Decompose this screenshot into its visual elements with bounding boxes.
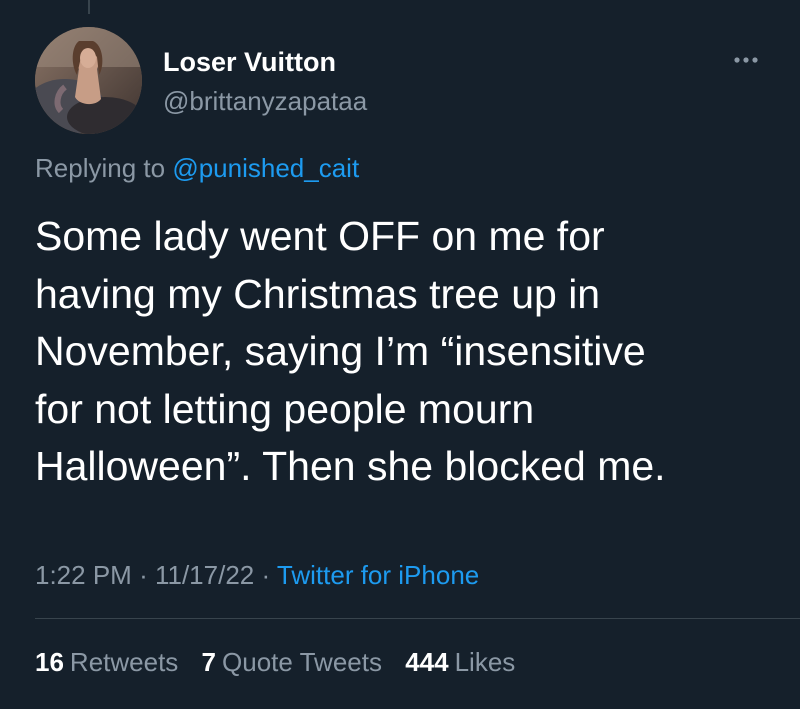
tweet-text-line: Some lady went OFF on me for [35,213,605,259]
avatar-photo [35,27,142,134]
tweet-text-line: November, saying I’m “insensitive [35,328,646,374]
quote-tweets-label: Quote Tweets [222,647,382,677]
meta-separator: · [261,560,271,590]
meta-separator: · [139,560,148,590]
avatar[interactable] [35,27,142,134]
likes-count: 444 [405,647,449,677]
likes-label: Likes [454,647,516,677]
tweet-time[interactable]: 1:22 PM [35,560,132,590]
replying-to-label: Replying to [35,153,166,183]
divider [35,618,800,619]
likes-stat[interactable]: 444 Likes [405,647,515,677]
tweet-metadata: 1:22 PM · 11/17/22 · Twitter for iPhone [35,559,479,591]
reply-mention-link[interactable]: @punished_cait [172,153,359,183]
thread-connector-line [88,0,90,14]
retweets-count: 16 [35,647,64,677]
quote-tweets-count: 7 [201,647,217,677]
retweets-label: Retweets [69,647,179,677]
engagement-stats: 16 Retweets 7 Quote Tweets 444 Likes [35,646,531,678]
more-horizontal-icon[interactable] [726,50,766,70]
tweet-text-line: for not letting people mourn [35,385,535,432]
tweet-text: Some lady went OFF on me for having my C… [35,208,775,496]
replying-to: Replying to @punished_cait [35,152,359,184]
quote-tweets-stat[interactable]: 7 Quote Tweets [202,647,382,677]
retweets-stat[interactable]: 16 Retweets [35,647,178,677]
tweet-text-line: having my Christmas tree up in [35,270,601,317]
tweet-date[interactable]: 11/17/22 [155,560,254,590]
tweet-source-link[interactable]: Twitter for iPhone [277,560,479,590]
display-name[interactable]: Loser Vuitton [163,46,336,78]
user-handle[interactable]: @brittanyzapataa [163,86,367,116]
tweet-text-line: Halloween”. Then she blocked me. [35,443,666,489]
